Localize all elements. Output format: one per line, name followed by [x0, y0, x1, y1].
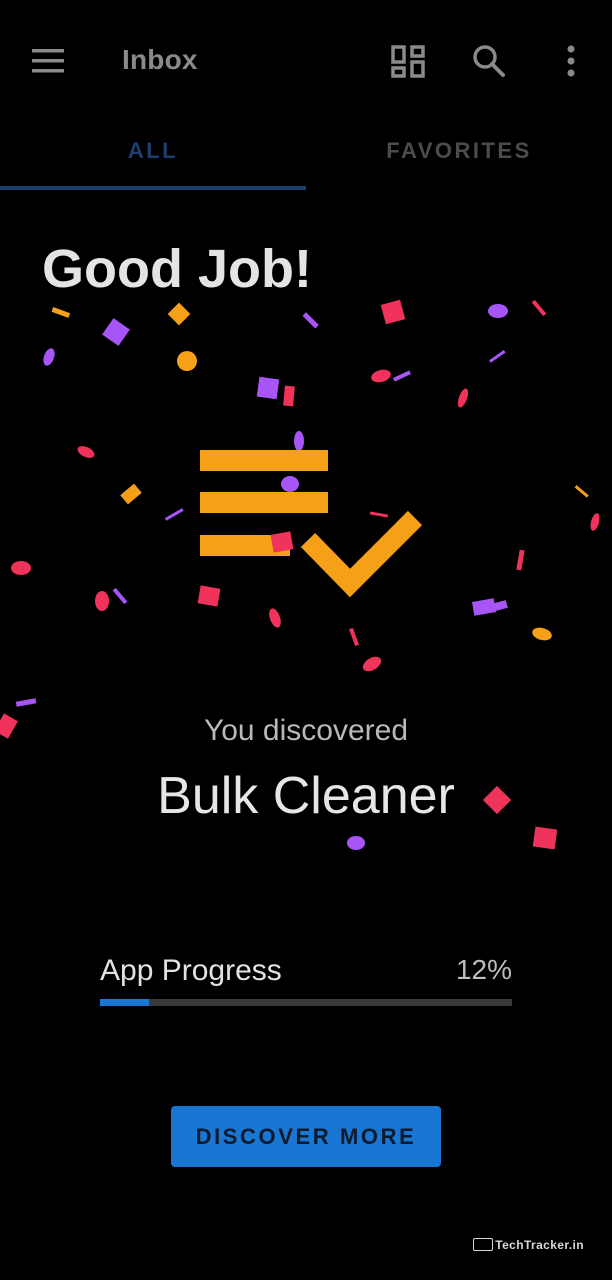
- progress-bar: [100, 999, 512, 1006]
- search-icon[interactable]: [472, 44, 506, 78]
- progress-bar-fill: [100, 999, 150, 1006]
- app-title: Inbox: [122, 44, 198, 75]
- browser-window-icon: [473, 1238, 494, 1251]
- more-vert-icon[interactable]: [564, 44, 578, 78]
- app-bar: Inbox: [0, 0, 612, 120]
- progress-label: App Progress: [100, 954, 282, 987]
- tab-indicator: [0, 186, 306, 190]
- tab-favorites[interactable]: FAVORITES: [306, 138, 612, 164]
- watermark: TechTracker.in: [473, 1238, 584, 1252]
- discovery-intro-text: You discovered: [203, 714, 409, 747]
- discover-more-button[interactable]: DISCOVER MORE: [171, 1106, 441, 1167]
- dashboard-icon[interactable]: [390, 44, 426, 78]
- tab-bar: ALL FAVORITES: [0, 120, 612, 192]
- tab-all[interactable]: ALL: [0, 138, 306, 164]
- checklist-icon: [200, 450, 423, 598]
- progress-value: 12%: [455, 954, 512, 985]
- discovered-feature-name: Bulk Cleaner: [157, 767, 455, 825]
- watermark-text: TechTracker.in: [495, 1238, 584, 1252]
- menu-icon[interactable]: [30, 46, 66, 76]
